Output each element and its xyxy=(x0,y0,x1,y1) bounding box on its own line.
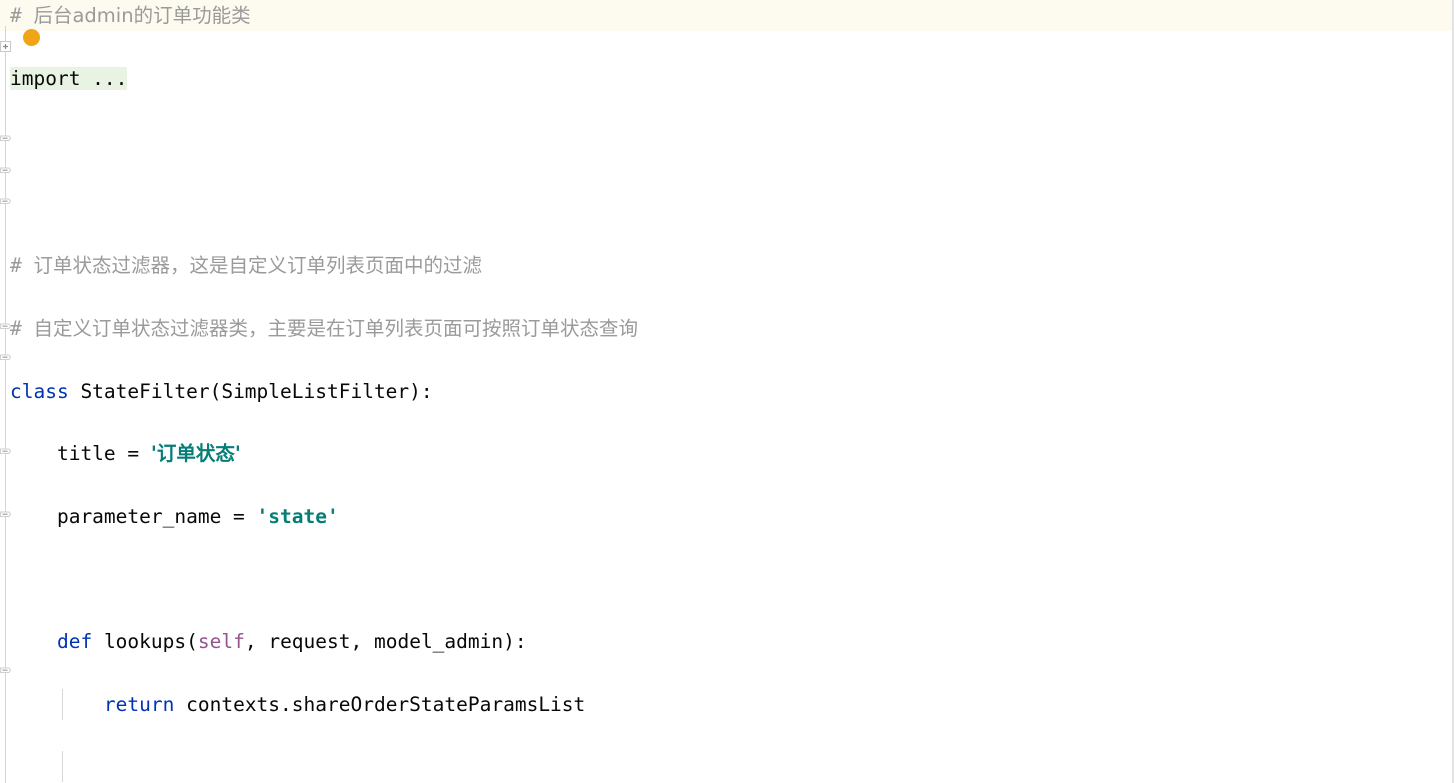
code-line[interactable] xyxy=(0,563,1452,594)
code-token: self xyxy=(197,629,245,653)
code-token: lookups( xyxy=(92,629,198,653)
code-line[interactable] xyxy=(0,188,1452,219)
code-token: parameter_name = xyxy=(10,504,257,528)
indent-guide xyxy=(62,688,63,720)
fold-collapse-icon[interactable] xyxy=(0,667,11,678)
code-token: # xyxy=(10,316,34,340)
code-token: import ... xyxy=(10,66,128,90)
code-line[interactable]: parameter_name = 'state' xyxy=(0,501,1452,532)
fold-collapse-icon[interactable] xyxy=(0,323,11,334)
fold-collapse-icon[interactable] xyxy=(0,448,11,459)
code-token: contexts.shareOrderStateParamsList xyxy=(174,692,586,716)
fold-collapse-icon[interactable] xyxy=(0,511,11,522)
fold-collapse-icon[interactable] xyxy=(0,167,11,178)
code-line[interactable]: class StateFilter(SimpleListFilter): xyxy=(0,376,1452,407)
code-line[interactable]: # 后台admin的订单功能类 xyxy=(0,0,1452,32)
code-line[interactable] xyxy=(0,125,1452,156)
code-token: , request, model_admin): xyxy=(244,629,527,653)
code-token: 后台admin的订单功能类 xyxy=(33,4,251,27)
code-token: def xyxy=(56,629,93,653)
code-line[interactable]: # 自定义订单状态过滤器类，主要是在订单列表页面可按照订单状态查询 xyxy=(0,313,1452,344)
code-token: # xyxy=(10,254,34,278)
code-line[interactable]: def lookups(self, request, model_admin): xyxy=(0,626,1452,657)
code-line[interactable]: # 订单状态过滤器，这是自定义订单列表页面中的过滤 xyxy=(0,250,1452,281)
code-line[interactable]: return contexts.shareOrderStateParamsLis… xyxy=(0,688,1452,720)
code-token: StateFilter(SimpleListFilter): xyxy=(68,379,433,403)
code-token: # xyxy=(10,4,34,27)
code-token: 自定义订单状态过滤器类，主要是在订单列表页面可按照订单状态查询 xyxy=(33,316,638,340)
indent-guide xyxy=(62,751,63,783)
code-token: 'state' xyxy=(256,504,339,528)
fold-expand-icon[interactable] xyxy=(0,41,11,53)
code-editor[interactable]: # 后台admin的订单功能类 import ... # 订单状态过滤器，这是自定义… xyxy=(0,0,1454,783)
fold-collapse-icon[interactable] xyxy=(0,198,11,209)
code-line[interactable]: import ... xyxy=(0,63,1452,94)
code-token: class xyxy=(10,379,69,403)
code-line[interactable] xyxy=(0,751,1452,783)
fold-collapse-icon[interactable] xyxy=(0,354,11,365)
code-line[interactable]: title = '订单状态' xyxy=(0,438,1452,469)
fold-collapse-icon[interactable] xyxy=(0,135,11,146)
code-token: title = xyxy=(10,442,151,466)
code-token: '订单状态' xyxy=(150,442,241,466)
code-surface[interactable]: # 后台admin的订单功能类 import ... # 订单状态过滤器，这是自定义… xyxy=(0,0,1452,783)
code-token: return xyxy=(103,692,175,716)
code-token: 订单状态过滤器，这是自定义订单列表页面中的过滤 xyxy=(33,254,482,278)
